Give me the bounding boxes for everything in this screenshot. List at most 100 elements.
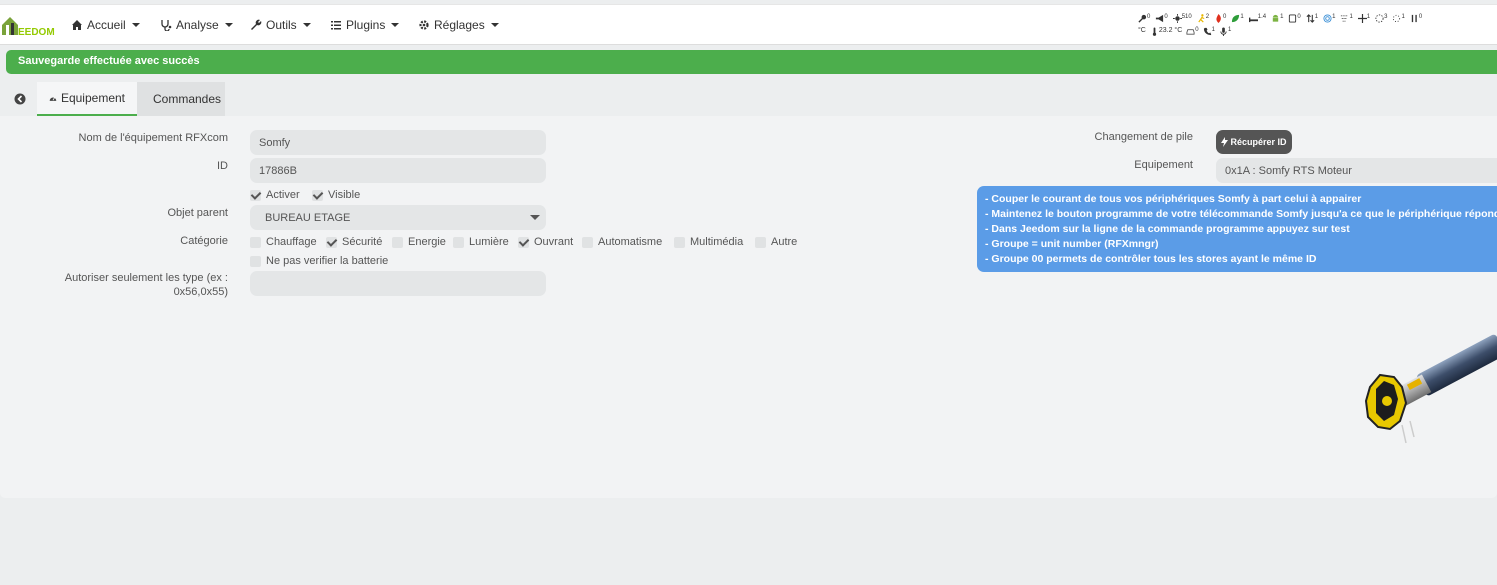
category-chauffage[interactable]: Chauffage [250,236,317,248]
autre-box[interactable] [755,236,766,248]
circle-dots-icon [1375,14,1384,23]
nav-analyse-label: Analyse [176,18,219,32]
instructions-box: - Couper le courant de tous vos périphér… [977,186,1497,272]
energie-box[interactable] [392,236,403,248]
tablet-icon [1289,14,1297,23]
summary-bed[interactable]: 1.4 [1248,14,1266,23]
pile-label: Changement de pile [1094,131,1193,143]
global-summary: 0 0 510 2 0 1 1.4 1 0 1 1 1 1 3 1 0 °C 2… [1138,14,1497,42]
summary-alarm[interactable]: 0 [1155,14,1168,23]
car-icon [1186,29,1195,35]
circle-arrow-left-icon [14,93,26,105]
automatisme-box[interactable] [582,236,593,248]
dashboard-icon [49,96,57,101]
category-multimedia[interactable]: Multimédia [674,236,743,248]
ouvrant-label: Ouvrant [534,236,574,248]
summary-phone[interactable]: 1 [1203,27,1215,36]
bolt-icon [1221,137,1229,147]
category-autre[interactable]: Autre [755,236,797,248]
tab-bar: Equipement Commandes [0,82,1497,116]
activer-checkbox[interactable]: Activer [250,189,300,201]
nav-outils[interactable]: Outils [250,18,311,32]
battery-box[interactable] [250,255,261,267]
summary-circle-b[interactable]: 1 [1392,14,1405,23]
visible-label: Visible [328,189,361,201]
category-automatisme[interactable]: Automatisme [582,236,662,248]
multimedia-label: Multimédia [690,236,744,248]
instruction-line: - Couper le courant de tous vos périphér… [985,193,1362,205]
multimedia-box[interactable] [674,236,685,248]
target-icon [1323,14,1332,23]
nav-reglages[interactable]: Réglages [418,18,499,32]
summary-temp-unit: °C [1138,27,1146,34]
summary-tablet[interactable]: 0 [1288,14,1301,23]
nav-accueil-label: Accueil [87,18,126,32]
category-lumiere[interactable]: Lumière [453,236,509,248]
category-securite[interactable]: Sécurité [326,236,382,248]
parent-select-value: BUREAU ETAGE [265,212,351,224]
instruction-line: - Dans Jeedom sur la ligne de la command… [985,223,1350,235]
summary-eco[interactable]: 1 [1231,14,1244,23]
securite-label: Sécurité [342,236,383,248]
summary-updown[interactable]: 1 [1306,14,1318,23]
name-input[interactable]: Somfy [250,130,546,155]
summary-temperature[interactable]: 23.2 °C [1150,27,1182,36]
summary-microphone[interactable]: 1 [1219,27,1231,36]
nav-plugins-label: Plugins [346,18,386,32]
chauffage-box[interactable] [250,236,261,248]
home-icon [72,20,82,30]
recover-id-label: Récupérer ID [1230,137,1287,147]
autre-label: Autre [771,236,798,248]
running-man-icon [1198,14,1205,23]
summary-android[interactable]: 1 [1271,14,1283,23]
summary-security[interactable]: 0 [1138,14,1150,23]
summary-bars[interactable]: 0 [1410,14,1422,23]
summary-car[interactable]: 0 [1186,27,1199,36]
visible-checkbox[interactable]: Visible [312,189,360,201]
activer-label: Activer [266,189,300,201]
instruction-line: - Groupe = unit number (RFXmngr) [985,238,1159,250]
pause-bars-icon [1411,14,1417,23]
equipement-type-label: Equipement [1134,159,1193,171]
equipement-type-select[interactable]: 0x1A : Somfy RTS Moteur [1216,158,1497,183]
ouvrant-box[interactable] [518,236,529,248]
microphone-icon [1220,27,1227,36]
tab-equipement[interactable]: Equipement [37,82,137,116]
alert-message: Sauvegarde effectuée avec succès [18,55,200,67]
summary-blinds[interactable]: 1 [1340,14,1353,23]
summary-circle-a[interactable]: 3 [1375,14,1387,23]
summary-motion[interactable]: 2 [1197,14,1209,23]
securite-box[interactable] [326,236,337,248]
tab-commandes[interactable]: Commandes [137,82,225,116]
nav-analyse[interactable]: Analyse [160,18,233,32]
parent-label: Objet parent [167,207,228,219]
category-ouvrant[interactable]: Ouvrant [518,236,573,248]
visible-box[interactable] [312,189,323,201]
arrows-updown-icon [1306,14,1315,23]
megaphone-icon [1156,14,1164,23]
chevron-down-icon [530,215,540,220]
jeedom-logo[interactable]: EEDOM [0,11,58,41]
battery-checkbox[interactable]: Ne pas verifier la batterie [250,255,388,267]
nav-accueil[interactable]: Accueil [71,18,140,32]
nav-plugins[interactable]: Plugins [330,18,400,32]
summary-fire[interactable]: 0 [1214,14,1226,23]
summary-light[interactable]: 510 [1172,14,1192,23]
lumiere-label: Lumière [469,236,509,248]
activer-box[interactable] [250,189,261,201]
nav-outils-label: Outils [266,18,297,32]
recover-id-button[interactable]: Récupérer ID [1216,130,1292,154]
types-input[interactable] [250,271,546,296]
id-input[interactable]: 17886B [250,158,546,183]
chauffage-label: Chauffage [266,236,317,248]
back-button[interactable] [4,82,36,116]
summary-move[interactable]: 1 [1357,14,1370,23]
lumiere-box[interactable] [453,236,464,248]
fire-icon [1216,14,1221,23]
android-icon [1272,14,1279,22]
thermometer-icon [1152,27,1156,36]
summary-target[interactable]: 1 [1323,14,1335,23]
category-energie[interactable]: Energie [392,236,446,248]
blinds-icon [1341,15,1349,22]
parent-select[interactable]: BUREAU ETAGE [250,205,546,230]
